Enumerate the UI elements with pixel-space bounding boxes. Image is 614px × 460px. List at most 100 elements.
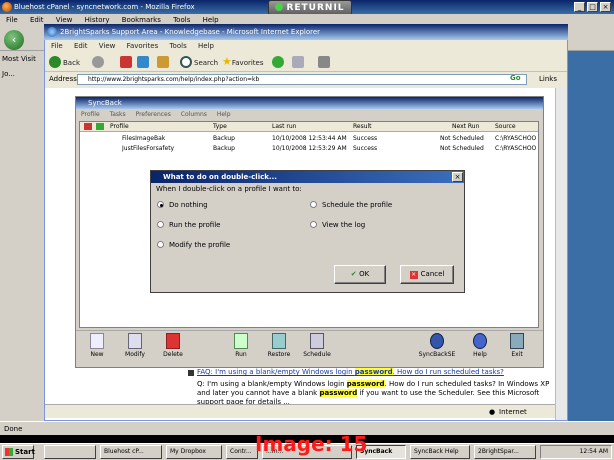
ie-mail-button[interactable] — [292, 56, 306, 69]
ok-button[interactable]: ✔ OK — [334, 265, 386, 284]
col-result[interactable]: Result — [353, 122, 372, 132]
menu-history[interactable]: History — [85, 16, 110, 24]
cancel-button[interactable]: × Cancel — [400, 265, 454, 284]
ie-refresh-button[interactable] — [137, 56, 151, 69]
sb-menu-profile[interactable]: Profile — [81, 111, 100, 118]
ie-stop-button[interactable] — [120, 56, 134, 69]
radio-do-nothing[interactable]: Do nothing — [157, 201, 208, 209]
col-last-run[interactable]: Last run — [272, 122, 296, 132]
table-row[interactable]: JustFilesForsafety Backup 10/10/2008 12:… — [80, 144, 538, 153]
ie-title: 2BrightSparks Support Area - Knowledgeba… — [60, 28, 321, 36]
ie-menu-file[interactable]: File — [51, 42, 63, 50]
exit-icon — [510, 333, 524, 349]
ie-back-label: Back — [63, 59, 80, 67]
sb-menu-columns[interactable]: Columns — [181, 111, 207, 118]
desktop-background — [568, 51, 614, 421]
task-button[interactable] — [44, 445, 96, 459]
task-button[interactable]: SyncBack Help — [410, 445, 470, 459]
faq-question-text: FAQ: I'm using a blank/empty Windows log… — [197, 368, 355, 376]
radio-icon — [310, 221, 317, 228]
radio-modify-profile[interactable]: Modify the profile — [157, 241, 230, 249]
syncbackse-button[interactable]: SyncBackSE — [417, 333, 457, 358]
faq-question-text: . How do I run scheduled tasks? — [392, 368, 504, 376]
ie-back-button[interactable]: Back — [49, 56, 80, 69]
maximize-button[interactable]: □ — [587, 2, 598, 12]
col-profile[interactable]: Profile — [110, 122, 129, 132]
ie-search-label: Search — [194, 59, 219, 67]
task-button[interactable]: Bluehost cP... — [100, 445, 162, 459]
ie-menu-favorites[interactable]: Favorites — [127, 42, 159, 50]
exit-label: Exit — [511, 351, 523, 358]
dialog-question: When I double-click on a profile I want … — [156, 185, 302, 193]
sb-menu-tasks[interactable]: Tasks — [110, 111, 126, 118]
radio-selected-icon — [157, 201, 164, 208]
new-button[interactable]: New — [77, 333, 117, 358]
ie-print-button[interactable] — [318, 56, 332, 69]
dialog-close-icon[interactable]: × — [452, 172, 463, 182]
sidebar-item-jo[interactable]: Jo... — [2, 70, 42, 82]
exit-button[interactable]: Exit — [497, 333, 537, 358]
help-button[interactable]: Help — [460, 333, 500, 358]
firefox-icon — [2, 2, 12, 12]
schedule-button[interactable]: Schedule — [297, 333, 337, 358]
mail-icon — [292, 56, 304, 68]
row-last-run: 10/10/2008 12:53:29 AM — [272, 145, 347, 152]
links-button[interactable]: Links — [539, 75, 557, 83]
close-button[interactable]: × — [600, 2, 611, 12]
returnil-label: RETURNIL — [286, 3, 345, 13]
ie-search-button[interactable]: Search — [180, 56, 218, 69]
restore-button[interactable]: Restore — [259, 333, 299, 358]
sb-menu-preferences[interactable]: Preferences — [136, 111, 171, 118]
run-button[interactable]: Run — [221, 333, 261, 358]
star-icon: ★ — [222, 55, 232, 68]
returnil-status-icon — [275, 3, 284, 11]
faq-answer: Q: I'm using a blank/empty Windows login… — [197, 380, 550, 407]
address-input[interactable]: http://www.2brightsparks.com/help/index.… — [77, 74, 527, 85]
delete-button[interactable]: Delete — [153, 333, 193, 358]
print-icon — [318, 56, 330, 68]
task-button[interactable]: Contr... — [226, 445, 258, 459]
menu-edit[interactable]: Edit — [30, 16, 44, 24]
radio-run-profile[interactable]: Run the profile — [157, 221, 220, 229]
sb-menu-help[interactable]: Help — [217, 111, 231, 118]
new-document-icon — [90, 333, 104, 349]
col-next-run[interactable]: Next Run — [452, 122, 479, 132]
start-button[interactable]: Start — [2, 445, 35, 459]
ie-scrollbar[interactable] — [555, 88, 567, 420]
radio-schedule-profile[interactable]: Schedule the profile — [310, 201, 392, 209]
ie-home-button[interactable] — [157, 56, 171, 69]
menu-bookmarks[interactable]: Bookmarks — [122, 16, 161, 24]
col-source[interactable]: Source — [495, 122, 516, 132]
ie-zone-label: Internet — [499, 408, 527, 416]
menu-help[interactable]: Help — [203, 16, 219, 24]
ie-favorites-button[interactable]: ★Favorites — [222, 56, 264, 69]
ie-menu-edit[interactable]: Edit — [74, 42, 88, 50]
address-label: Address — [49, 75, 77, 83]
menu-file[interactable]: File — [6, 16, 18, 24]
ie-menu-view[interactable]: View — [99, 42, 116, 50]
help-label: Help — [473, 351, 487, 358]
modify-button[interactable]: Modify — [115, 333, 155, 358]
firefox-back-icon[interactable]: ‹ — [4, 30, 24, 50]
task-button[interactable]: My Dropbox — [166, 445, 222, 459]
check-icon: ✔ — [350, 270, 360, 278]
ie-media-button[interactable] — [272, 56, 286, 69]
go-button[interactable]: Go — [510, 74, 521, 82]
sidebar-item-most-visited[interactable]: Most Visit — [2, 55, 42, 67]
ie-icon — [47, 27, 57, 37]
menu-view[interactable]: View — [56, 16, 73, 24]
ie-address-bar: Address http://www.2brightsparks.com/hel… — [45, 72, 567, 88]
faq-question-link[interactable]: FAQ: I'm using a blank/empty Windows log… — [197, 368, 550, 377]
table-row[interactable]: FilesImageBak Backup 10/10/2008 12:53:44… — [80, 134, 538, 143]
radio-view-log[interactable]: View the log — [310, 221, 365, 229]
check-icon — [96, 123, 104, 130]
menu-tools[interactable]: Tools — [173, 16, 190, 24]
col-type[interactable]: Type — [213, 122, 227, 132]
system-tray: 12:54 AM — [540, 445, 612, 459]
minimize-button[interactable]: _ — [574, 2, 585, 12]
radio-icon — [157, 221, 164, 228]
ie-menu-help[interactable]: Help — [198, 42, 214, 50]
task-button[interactable]: 2BrightSpar... — [474, 445, 536, 459]
ie-forward-button[interactable] — [92, 56, 106, 69]
ie-menu-tools[interactable]: Tools — [169, 42, 186, 50]
